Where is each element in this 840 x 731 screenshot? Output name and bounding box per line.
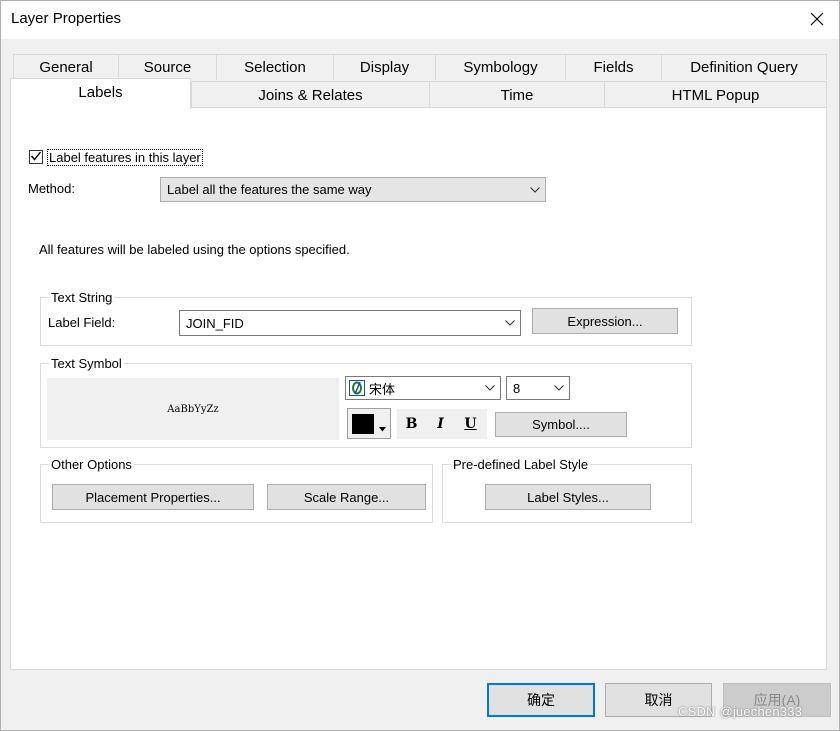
checkmark-icon (30, 150, 42, 165)
color-swatch (352, 414, 374, 434)
button-label: Placement Properties... (85, 489, 221, 505)
preview-text: AaBbYyZz (167, 403, 219, 415)
tab-source[interactable]: Source (118, 54, 217, 80)
label-field-value: JOIN_FID (186, 315, 244, 331)
tab-joins-relates[interactable]: Joins & Relates (191, 81, 430, 108)
button-label: Expression... (567, 313, 643, 329)
button-label: 确定 (527, 692, 555, 708)
tab-general[interactable]: General (13, 54, 119, 80)
opentype-font-icon (349, 380, 365, 396)
button-label: Label Styles... (527, 489, 609, 505)
tab-time[interactable]: Time (429, 81, 605, 108)
tab-selection[interactable]: Selection (216, 54, 334, 80)
color-picker[interactable] (347, 408, 391, 439)
italic-button[interactable]: I (428, 412, 453, 436)
text-string-group-title: Text String (49, 290, 115, 305)
font-size-dropdown[interactable]: 8 (506, 376, 570, 400)
tab-label: Definition Query (690, 59, 798, 76)
tab-label: Selection (244, 59, 306, 76)
watermark-text: CSDN @juechen333 (678, 704, 803, 719)
font-size-value: 8 (513, 380, 521, 396)
chevron-down-icon (500, 311, 520, 335)
bold-button[interactable]: B (399, 412, 424, 436)
placement-properties-button[interactable]: Placement Properties... (52, 484, 254, 510)
tab-label: Fields (593, 59, 634, 76)
text-symbol-preview: AaBbYyZz (47, 378, 339, 440)
label-features-checkbox[interactable] (29, 150, 43, 164)
tab-label: Source (143, 59, 192, 76)
tab-html-popup[interactable]: HTML Popup (604, 81, 827, 108)
button-label: Symbol.... (532, 417, 590, 432)
tab-label: Display (359, 59, 410, 76)
tab-label: Symbology (463, 59, 538, 76)
description-text: All features will be labeled using the o… (39, 242, 350, 257)
tab-label: Joins & Relates (258, 86, 363, 104)
underline-button[interactable]: U (458, 412, 483, 436)
tab-label: General (39, 59, 93, 76)
window-title: Layer Properties (11, 10, 122, 27)
method-value: Label all the features the same way (167, 182, 372, 197)
close-icon (810, 12, 824, 26)
tab-symbology[interactable]: Symbology (435, 54, 566, 80)
tab-fields[interactable]: Fields (565, 54, 662, 80)
label-field-label: Label Field: (48, 315, 116, 330)
title-bar (1, 1, 839, 39)
font-dropdown[interactable]: 宋体 (345, 376, 501, 400)
font-name: 宋体 (369, 381, 396, 397)
italic-icon: I (437, 416, 444, 432)
button-label: Scale Range... (303, 489, 390, 505)
button-label: 取消 (644, 692, 673, 708)
symbol-button[interactable]: Symbol.... (495, 412, 627, 437)
label-field-dropdown[interactable]: JOIN_FID (179, 310, 521, 336)
tab-labels[interactable]: Labels (10, 78, 191, 109)
tab-definition-query[interactable]: Definition Query (661, 54, 827, 80)
chevron-down-icon (480, 377, 500, 399)
label-features-label[interactable]: Label features in this layer (47, 149, 203, 166)
text-symbol-group-title: Text Symbol (49, 356, 124, 371)
method-label: Method: (28, 181, 75, 196)
ok-button[interactable]: 确定 (487, 683, 595, 717)
tab-label: Labels (78, 84, 123, 101)
tab-label: HTML Popup (671, 86, 760, 104)
predefined-label-style-group-title: Pre-defined Label Style (451, 457, 591, 472)
method-dropdown[interactable]: Label all the features the same way (160, 177, 546, 202)
bold-icon: B (405, 416, 418, 432)
chevron-down-icon (549, 377, 569, 399)
other-options-group-title: Other Options (49, 457, 134, 472)
close-button[interactable] (796, 1, 838, 37)
chevron-down-icon (525, 178, 545, 201)
underline-icon: U (464, 416, 477, 432)
tab-display[interactable]: Display (333, 54, 436, 80)
tab-label: Time (500, 86, 534, 104)
label-styles-button[interactable]: Label Styles... (485, 484, 651, 510)
scale-range-button[interactable]: Scale Range... (267, 484, 426, 510)
expression-button[interactable]: Expression... (532, 308, 678, 334)
dropdown-arrow-icon (379, 420, 386, 435)
